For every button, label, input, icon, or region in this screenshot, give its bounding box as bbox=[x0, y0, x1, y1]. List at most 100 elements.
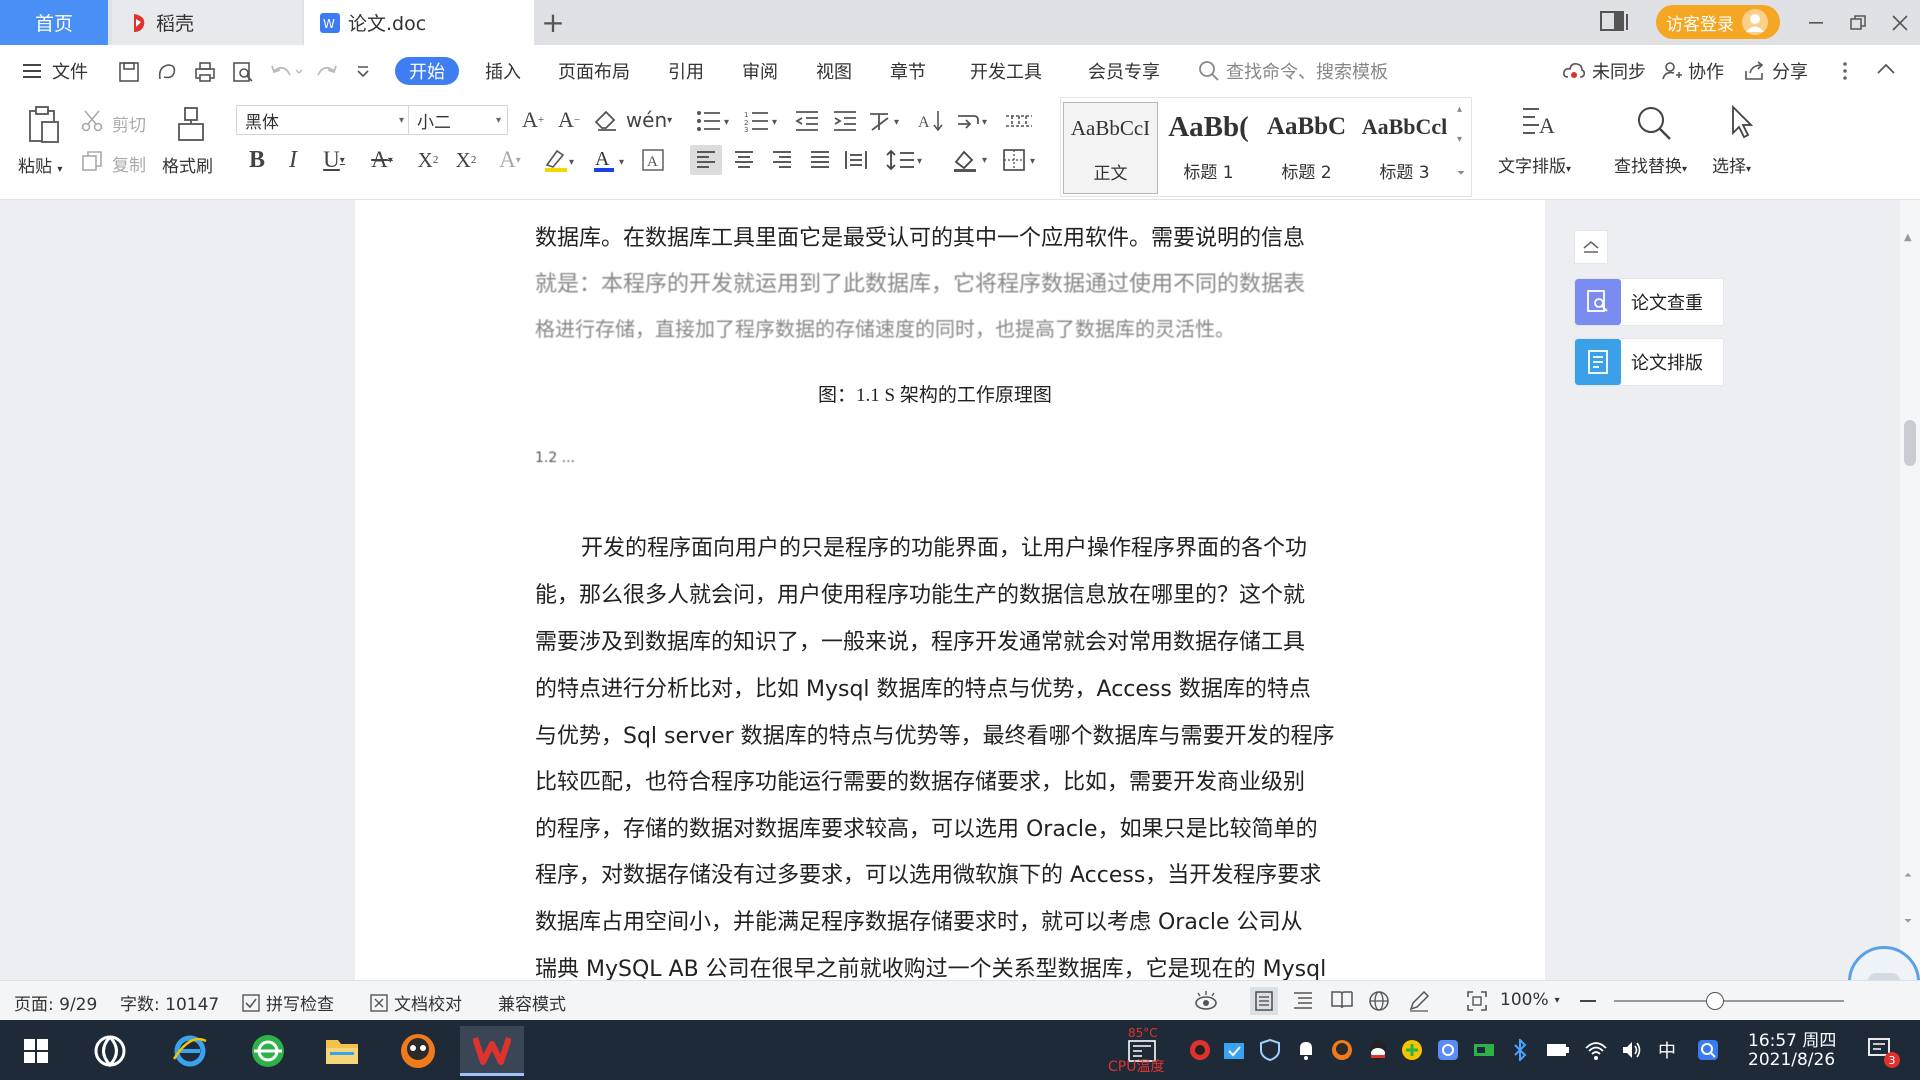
tray-plus-icon[interactable] bbox=[1400, 1038, 1424, 1062]
cut-label[interactable]: 剪切 bbox=[112, 111, 146, 136]
word-count[interactable]: 字数: 10147 bbox=[120, 990, 219, 1015]
tray-shield-icon[interactable] bbox=[1258, 1038, 1282, 1062]
font-name-select[interactable]: 黑体 ▾ bbox=[236, 105, 411, 135]
numbered-list-icon[interactable]: 1 2 3 ▾ bbox=[742, 107, 782, 135]
guest-login-button[interactable]: 访客登录 bbox=[1656, 5, 1780, 39]
zoom-select[interactable]: 100% ▾ bbox=[1500, 990, 1560, 1010]
decrease-indent-icon[interactable] bbox=[792, 107, 822, 135]
tab-page-layout[interactable]: 页面布局 bbox=[558, 57, 630, 85]
tray-cloud-icon[interactable] bbox=[1436, 1038, 1460, 1062]
table-grid-icon[interactable] bbox=[1002, 107, 1036, 135]
align-center-icon[interactable] bbox=[728, 145, 760, 175]
print-preview-icon[interactable] bbox=[232, 61, 254, 83]
tab-view[interactable]: 视图 bbox=[816, 57, 852, 85]
write-mode-icon[interactable] bbox=[1408, 990, 1430, 1012]
layout-switch-icon[interactable] bbox=[1600, 10, 1630, 34]
highlight-icon[interactable]: ▾ bbox=[540, 145, 580, 175]
ie-browser-icon[interactable] bbox=[158, 1026, 222, 1076]
document-page[interactable]: 数据库。在数据库工具里面它是最受认可的其中一个应用软件。需要说明的信息 就是：本… bbox=[355, 200, 1545, 982]
next-page-icon[interactable]: ⏷ bbox=[1904, 916, 1912, 927]
format-painter-label[interactable]: 格式刷 bbox=[162, 152, 213, 177]
zoom-out-icon[interactable] bbox=[1580, 1000, 1596, 1002]
line-break-icon[interactable]: ▾ bbox=[954, 107, 994, 135]
format-painter-icon[interactable] bbox=[174, 105, 208, 145]
copy-icon[interactable] bbox=[80, 149, 104, 173]
char-border-icon[interactable]: A bbox=[640, 147, 666, 173]
align-right-icon[interactable] bbox=[766, 145, 798, 175]
collaborate-button[interactable]: 协作 bbox=[1662, 57, 1724, 85]
vertical-scrollbar[interactable]: ▲ ⏶ ⏷ bbox=[1900, 200, 1920, 980]
web-view-icon[interactable] bbox=[1368, 990, 1390, 1012]
text-direction-icon[interactable]: ▾ bbox=[866, 107, 906, 135]
find-replace-icon[interactable] bbox=[1634, 103, 1674, 143]
line-spacing-icon[interactable]: ▾ bbox=[884, 145, 928, 175]
more-options-icon[interactable] bbox=[1842, 61, 1848, 81]
tab-insert[interactable]: 插入 bbox=[485, 57, 521, 85]
clock-date[interactable]: 2021/8/26 bbox=[1748, 1050, 1835, 1070]
wps-app-icon[interactable] bbox=[460, 1026, 524, 1076]
underline-icon[interactable]: U ▾ bbox=[314, 145, 354, 175]
grow-font-icon[interactable]: A + bbox=[518, 105, 548, 135]
zoom-slider[interactable] bbox=[1614, 992, 1844, 1010]
prev-page-icon[interactable]: ⏶ bbox=[1904, 870, 1912, 881]
copy-label[interactable]: 复制 bbox=[112, 151, 146, 176]
app-launcher-icon[interactable] bbox=[78, 1026, 142, 1076]
shrink-font-icon[interactable]: A − bbox=[554, 105, 584, 135]
volume-icon[interactable] bbox=[1620, 1038, 1644, 1062]
find-replace-button[interactable]: 查找替换▾ bbox=[1614, 152, 1687, 177]
increase-indent-icon[interactable] bbox=[830, 107, 860, 135]
align-left-icon[interactable] bbox=[690, 145, 722, 175]
phonetic-guide-icon[interactable]: wén ▾ bbox=[626, 105, 672, 135]
select-button[interactable]: 选择▾ bbox=[1712, 152, 1751, 177]
subscript-icon[interactable]: X2 bbox=[450, 145, 482, 175]
scroll-up-icon[interactable]: ▲ bbox=[1904, 232, 1918, 246]
page-count[interactable]: 页面: 9/29 bbox=[14, 990, 97, 1015]
share-button[interactable]: 分享 bbox=[1744, 57, 1808, 85]
sort-icon[interactable]: A bbox=[916, 107, 946, 135]
justify-icon[interactable] bbox=[804, 145, 836, 175]
italic-icon[interactable]: I bbox=[280, 145, 306, 175]
tab-developer[interactable]: 开发工具 bbox=[970, 57, 1042, 85]
tab-home[interactable]: 首页 bbox=[0, 0, 108, 45]
collapse-ribbon-icon[interactable] bbox=[1876, 63, 1896, 75]
tab-references[interactable]: 引用 bbox=[668, 57, 704, 85]
tray-qq-icon[interactable] bbox=[1366, 1038, 1390, 1062]
eye-protect-icon[interactable] bbox=[1194, 990, 1218, 1012]
360-browser-icon[interactable] bbox=[236, 1026, 300, 1076]
print-icon[interactable] bbox=[194, 61, 216, 83]
styles-scroll-up-icon[interactable]: ▴ bbox=[1457, 104, 1462, 115]
distribute-icon[interactable] bbox=[840, 145, 872, 175]
redo-icon[interactable] bbox=[316, 61, 338, 83]
restore-button[interactable] bbox=[1840, 8, 1876, 38]
page-view-icon[interactable] bbox=[1250, 987, 1278, 1015]
wifi-icon[interactable] bbox=[1584, 1038, 1608, 1062]
export-pdf-icon[interactable] bbox=[156, 61, 178, 83]
style-heading-2[interactable]: AaBbC 标题 2 bbox=[1259, 102, 1354, 194]
collapse-panel-icon[interactable] bbox=[1574, 230, 1608, 264]
bold-icon[interactable]: B bbox=[244, 145, 270, 175]
tray-update-icon[interactable] bbox=[1222, 1038, 1246, 1062]
paper-check-button[interactable]: 论文查重 bbox=[1574, 278, 1724, 326]
superscript-icon[interactable]: X2 bbox=[412, 145, 444, 175]
new-tab-button[interactable]: + bbox=[538, 6, 568, 39]
style-heading-3[interactable]: AaBbCcl 标题 3 bbox=[1357, 102, 1452, 194]
bluetooth-icon[interactable] bbox=[1508, 1038, 1532, 1062]
clock-time[interactable]: 16:57 周四 bbox=[1748, 1026, 1836, 1051]
strikethrough-icon[interactable]: A ▾ bbox=[362, 145, 402, 175]
tray-mascot-icon[interactable] bbox=[1330, 1038, 1354, 1062]
text-layout-button[interactable]: 文字排版▾ bbox=[1498, 152, 1571, 177]
tab-review[interactable]: 审阅 bbox=[742, 57, 778, 85]
tray-search-icon[interactable] bbox=[1696, 1038, 1720, 1062]
styles-scroll-down-icon[interactable]: ▾ bbox=[1457, 134, 1462, 145]
cpu-temp-widget[interactable]: 85°C CPU温度 bbox=[1108, 1026, 1182, 1076]
paper-format-button[interactable]: 论文排版 bbox=[1574, 338, 1724, 386]
undo-icon[interactable] bbox=[270, 61, 304, 83]
windows-start-icon[interactable] bbox=[4, 1026, 68, 1076]
tab-member[interactable]: 会员专享 bbox=[1088, 57, 1160, 85]
clear-format-icon[interactable] bbox=[592, 107, 620, 135]
borders-icon[interactable]: ▾ bbox=[1000, 145, 1044, 175]
paste-icon[interactable] bbox=[24, 105, 64, 145]
font-color-icon[interactable]: A ▾ bbox=[590, 145, 630, 175]
file-menu[interactable]: 文件 bbox=[22, 57, 88, 85]
style-heading-1[interactable]: AaBb(标题 1 bbox=[1161, 102, 1256, 194]
